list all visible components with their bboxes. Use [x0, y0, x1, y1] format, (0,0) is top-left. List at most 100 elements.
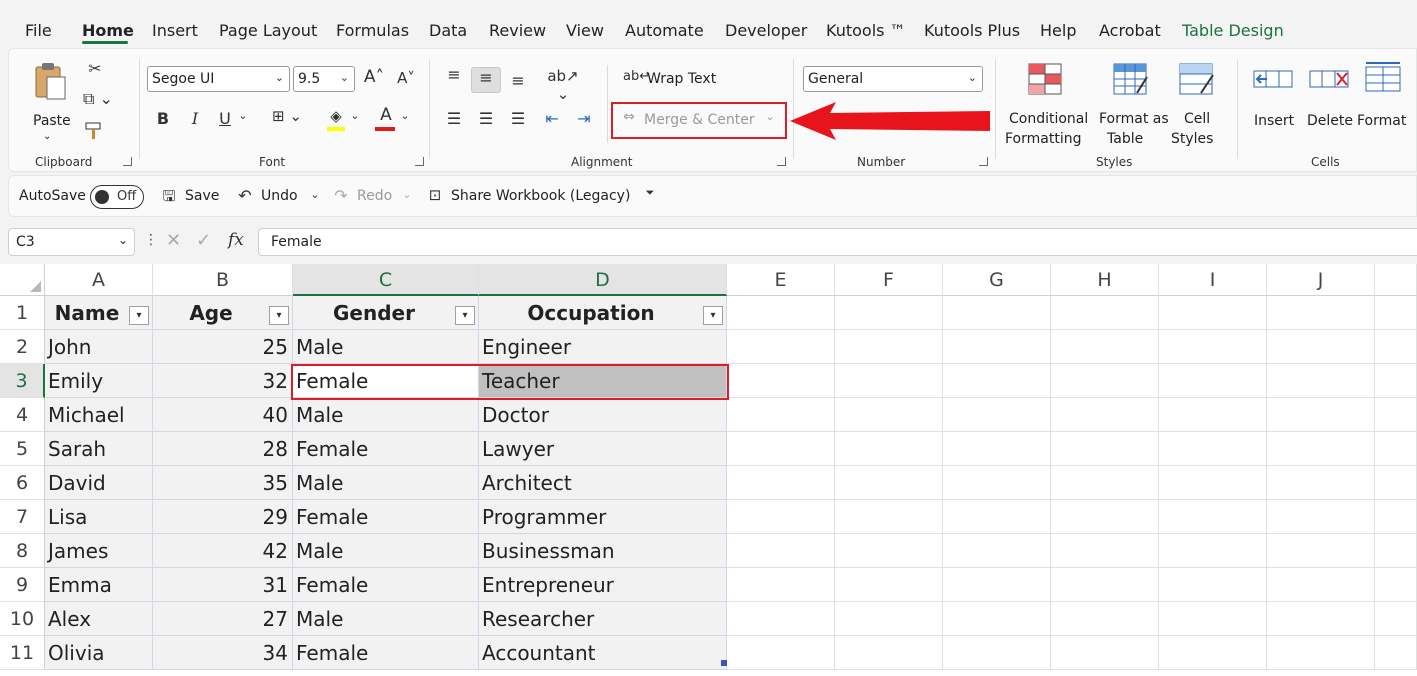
- empty-cell[interactable]: [1051, 364, 1159, 398]
- table-cell[interactable]: Olivia: [45, 636, 153, 670]
- table-cell[interactable]: 34: [153, 636, 293, 670]
- table-cell[interactable]: 29: [153, 500, 293, 534]
- empty-cell[interactable]: [1375, 466, 1417, 500]
- table-cell[interactable]: 42: [153, 534, 293, 568]
- paste-button[interactable]: Paste ⌄: [23, 57, 75, 143]
- empty-cell[interactable]: [1375, 330, 1417, 364]
- empty-cell[interactable]: [1159, 398, 1267, 432]
- delete-cells-button[interactable]: Delete: [1301, 59, 1357, 143]
- italic-button[interactable]: I: [187, 109, 203, 128]
- table-cell[interactable]: Teacher: [479, 364, 727, 398]
- empty-cell[interactable]: [727, 466, 835, 500]
- conditional-formatting-button[interactable]: Conditional Formatting: [1003, 59, 1088, 147]
- empty-cell[interactable]: [1159, 636, 1267, 670]
- table-resize-handle-icon[interactable]: [721, 660, 727, 666]
- menu-insert[interactable]: Insert: [152, 21, 198, 40]
- menu-acrobat[interactable]: Acrobat: [1099, 21, 1161, 40]
- column-header-c[interactable]: C: [293, 264, 479, 296]
- filter-dropdown-icon[interactable]: ▾: [269, 306, 289, 325]
- empty-cell[interactable]: [1159, 432, 1267, 466]
- empty-cell[interactable]: [1051, 330, 1159, 364]
- empty-cell[interactable]: [1375, 534, 1417, 568]
- table-cell[interactable]: Businessman: [479, 534, 727, 568]
- table-cell[interactable]: Female: [293, 568, 479, 602]
- empty-cell[interactable]: [835, 466, 943, 500]
- empty-cell[interactable]: [943, 534, 1051, 568]
- empty-cell[interactable]: [1267, 466, 1375, 500]
- table-header-cell[interactable]: Gender: [293, 296, 479, 330]
- empty-cell[interactable]: [727, 330, 835, 364]
- empty-cell[interactable]: [1375, 364, 1417, 398]
- column-header-h[interactable]: H: [1051, 264, 1159, 296]
- table-cell[interactable]: Alex: [45, 602, 153, 636]
- empty-cell[interactable]: [727, 364, 835, 398]
- table-cell[interactable]: Female: [293, 432, 479, 466]
- row-header-1[interactable]: 1: [0, 296, 45, 330]
- insert-function-icon[interactable]: fx: [228, 230, 244, 250]
- empty-cell[interactable]: [1375, 398, 1417, 432]
- customize-qat-icon[interactable]: ⏷: [641, 186, 659, 200]
- table-cell[interactable]: Lawyer: [479, 432, 727, 466]
- cut-icon[interactable]: ✂: [85, 59, 105, 81]
- empty-cell[interactable]: [1267, 534, 1375, 568]
- cancel-icon[interactable]: ✕: [166, 230, 181, 251]
- row-header-4[interactable]: 4: [0, 398, 45, 432]
- empty-cell[interactable]: [1159, 466, 1267, 500]
- empty-cell[interactable]: [943, 398, 1051, 432]
- empty-cell[interactable]: [727, 636, 835, 670]
- undo-button[interactable]: ↶ Undo ⌄: [235, 186, 323, 208]
- empty-cell[interactable]: [1267, 602, 1375, 636]
- empty-cell[interactable]: [1267, 636, 1375, 670]
- number-format-select[interactable]: General ⌄: [803, 66, 983, 92]
- menu-table-design[interactable]: Table Design: [1182, 21, 1284, 40]
- table-cell[interactable]: Accountant: [479, 636, 727, 670]
- menu-help[interactable]: Help: [1040, 21, 1076, 40]
- table-cell[interactable]: James: [45, 534, 153, 568]
- table-cell[interactable]: 28: [153, 432, 293, 466]
- empty-cell[interactable]: [835, 296, 943, 330]
- underline-button[interactable]: U: [217, 109, 233, 128]
- increase-indent-icon[interactable]: ⇥: [573, 109, 595, 128]
- empty-cell[interactable]: [835, 330, 943, 364]
- table-cell[interactable]: Female: [293, 500, 479, 534]
- table-cell[interactable]: Doctor: [479, 398, 727, 432]
- font-name-select[interactable]: Segoe UI ⌄: [147, 66, 290, 92]
- empty-cell[interactable]: [1051, 568, 1159, 602]
- empty-cell[interactable]: [835, 500, 943, 534]
- table-cell[interactable]: 25: [153, 330, 293, 364]
- menu-view[interactable]: View: [566, 21, 604, 40]
- empty-cell[interactable]: [727, 398, 835, 432]
- empty-cell[interactable]: [943, 500, 1051, 534]
- menu-data[interactable]: Data: [429, 21, 467, 40]
- empty-cell[interactable]: [1051, 500, 1159, 534]
- empty-cell[interactable]: [943, 364, 1051, 398]
- align-middle-icon[interactable]: ≡: [471, 67, 501, 93]
- redo-button[interactable]: ↷ Redo ⌄: [331, 186, 415, 208]
- empty-cell[interactable]: [943, 296, 1051, 330]
- row-header-9[interactable]: 9: [0, 568, 45, 602]
- empty-cell[interactable]: [943, 330, 1051, 364]
- number-launcher-icon[interactable]: [979, 157, 988, 166]
- empty-cell[interactable]: [1159, 364, 1267, 398]
- empty-cell[interactable]: [943, 568, 1051, 602]
- table-cell[interactable]: Male: [293, 466, 479, 500]
- empty-cell[interactable]: [1051, 636, 1159, 670]
- font-color-button[interactable]: A ⌄: [373, 105, 413, 133]
- empty-cell[interactable]: [1051, 296, 1159, 330]
- font-launcher-icon[interactable]: [415, 157, 424, 166]
- row-header-3[interactable]: 3: [0, 364, 45, 398]
- copy-icon[interactable]: ⧉ ⌄: [81, 89, 115, 111]
- borders-icon[interactable]: ⊞ ⌄: [269, 107, 305, 125]
- align-top-icon[interactable]: ≡: [443, 65, 465, 84]
- row-header-11[interactable]: 11: [0, 636, 45, 670]
- wrap-text-button[interactable]: ab↵ Wrap Text: [621, 67, 731, 93]
- more-options-icon[interactable]: ⋮: [144, 232, 158, 248]
- alignment-launcher-icon[interactable]: [777, 157, 786, 166]
- align-right-icon[interactable]: ☰: [507, 109, 529, 128]
- decrease-indent-icon[interactable]: ⇤: [541, 109, 563, 128]
- row-header-10[interactable]: 10: [0, 602, 45, 636]
- cell-styles-button[interactable]: Cell Styles: [1169, 59, 1231, 147]
- empty-cell[interactable]: [1267, 500, 1375, 534]
- empty-cell[interactable]: [1267, 330, 1375, 364]
- clipboard-launcher-icon[interactable]: [123, 157, 132, 166]
